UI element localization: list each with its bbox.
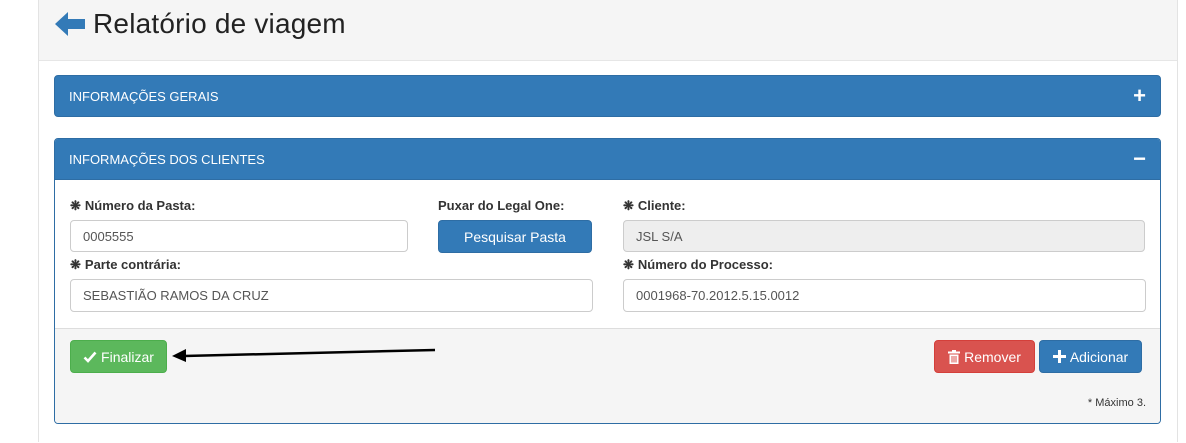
trash-icon <box>948 349 961 364</box>
parte-contraria-value: SEBASTIÃO RAMOS DA CRUZ <box>83 288 269 303</box>
panel-informacoes-gerais-header[interactable]: INFORMAÇÕES GERAIS + <box>54 75 1161 117</box>
required-icon: ❋ <box>623 257 634 272</box>
panel-footer: Finalizar Remover Adicionar * Máximo 3. <box>55 328 1160 423</box>
parte-contraria-label: ❋ Parte contrária: <box>70 257 181 272</box>
numero-processo-value: 0001968-70.2012.5.15.0012 <box>636 288 800 303</box>
page-frame: Relatório de viagem INFORMAÇÕES GERAIS +… <box>38 0 1178 443</box>
parte-contraria-input[interactable]: SEBASTIÃO RAMOS DA CRUZ <box>70 279 593 312</box>
panel-title: INFORMAÇÕES GERAIS <box>69 88 219 104</box>
required-icon: ❋ <box>70 257 81 272</box>
annotation-arrow <box>172 348 436 362</box>
cliente-input: JSL S/A <box>623 220 1145 252</box>
panel-informacoes-clientes: INFORMAÇÕES DOS CLIENTES − ❋ Número da Pa… <box>54 138 1161 424</box>
panel-title: INFORMAÇÕES DOS CLIENTES <box>69 151 265 167</box>
legal-one-label: Puxar do Legal One: <box>438 198 565 213</box>
pesquisar-pasta-button[interactable]: Pesquisar Pasta <box>438 220 592 253</box>
required-icon: ❋ <box>623 198 634 213</box>
adicionar-label: Adicionar <box>1069 348 1129 365</box>
pesquisar-pasta-label: Pesquisar Pasta <box>464 228 566 245</box>
numero-pasta-value: 0005555 <box>83 228 134 244</box>
plus-icon[interactable]: + <box>1133 85 1146 107</box>
maximo-note: * Máximo 3. <box>1087 397 1146 409</box>
remover-button[interactable]: Remover <box>934 340 1035 373</box>
finalizar-button[interactable]: Finalizar <box>70 340 167 373</box>
panel-body: ❋ Número da Pasta: 0005555 Puxar do Legal… <box>55 180 1160 328</box>
main-content: INFORMAÇÕES GERAIS + INFORMAÇÕES DOS CLI… <box>39 60 1177 443</box>
required-icon: ❋ <box>70 198 81 213</box>
arrow-left-icon[interactable] <box>55 11 87 37</box>
numero-pasta-input[interactable]: 0005555 <box>70 220 408 252</box>
numero-pasta-label: ❋ Número da Pasta: <box>70 198 196 213</box>
minus-icon[interactable]: − <box>1133 148 1146 170</box>
numero-processo-input[interactable]: 0001968-70.2012.5.15.0012 <box>623 279 1146 312</box>
title-bar: Relatório de viagem <box>55 6 346 42</box>
remover-label: Remover <box>964 348 1021 365</box>
cliente-label: ❋ Cliente: <box>623 198 686 213</box>
plus-icon <box>1052 350 1066 363</box>
page-title: Relatório de viagem <box>93 8 346 39</box>
cliente-value: JSL S/A <box>636 228 683 244</box>
panel-informacoes-clientes-header[interactable]: INFORMAÇÕES DOS CLIENTES − <box>55 139 1160 180</box>
finalizar-label: Finalizar <box>101 348 154 365</box>
numero-processo-label: ❋ Número do Processo: <box>623 257 773 272</box>
check-icon <box>83 351 97 363</box>
adicionar-button[interactable]: Adicionar <box>1039 340 1142 373</box>
